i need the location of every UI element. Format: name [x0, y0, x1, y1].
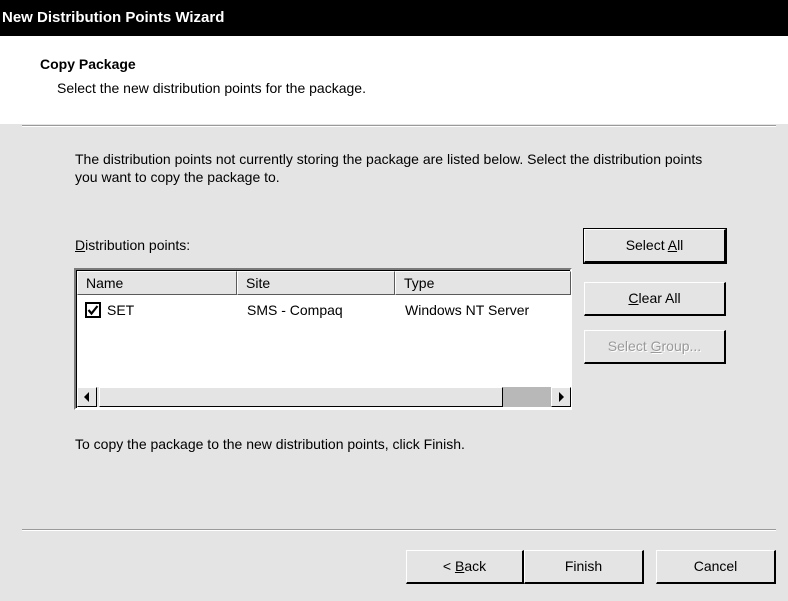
column-header-type[interactable]: Type — [395, 271, 571, 295]
clear-all-label-after: lear All — [638, 290, 681, 306]
cell-site: SMS - Compaq — [247, 302, 343, 318]
select-group-label-accel: G — [650, 338, 662, 354]
cell-type: Windows NT Server — [405, 302, 530, 318]
footer-divider — [22, 529, 776, 531]
select-all-label-before: Select — [625, 237, 668, 253]
scroll-track[interactable] — [503, 387, 551, 407]
intro-text: The distribution points not currently st… — [75, 151, 703, 185]
back-button[interactable]: < Back — [406, 550, 524, 584]
window-title: New Distribution Points Wizard — [2, 9, 225, 26]
scroll-right-button[interactable] — [551, 387, 571, 407]
select-all-label-accel: A — [667, 237, 678, 253]
scroll-thumb[interactable] — [99, 387, 503, 407]
clear-all-button[interactable]: Clear All — [584, 282, 726, 316]
list-item[interactable]: SET SMS - Compaq Windows NT Server — [77, 300, 571, 322]
arrow-left-icon — [84, 392, 89, 402]
wizard-header: Copy Package Select the new distribution… — [0, 36, 788, 124]
distribution-points-list[interactable]: Name Site Type SET SMS - Compaq Windows … — [74, 268, 572, 410]
list-header: Name Site Type — [77, 271, 571, 295]
window-title-bar: New Distribution Points Wizard — [0, 0, 788, 36]
clear-all-label-accel: C — [628, 290, 639, 306]
checkbox-checked-icon[interactable] — [85, 302, 101, 318]
back-label-before: < — [442, 558, 455, 574]
horizontal-scrollbar[interactable] — [77, 387, 571, 407]
distribution-points-label: Distribution points: — [75, 236, 190, 254]
page-title: Copy Package — [40, 56, 136, 72]
select-all-button[interactable]: Select All — [583, 228, 727, 264]
select-group-label-before: Select — [607, 338, 651, 354]
select-all-label-after: ll — [677, 237, 684, 253]
column-header-name[interactable]: Name — [77, 271, 237, 295]
distribution-points-label-rest: istribution points: — [85, 237, 191, 253]
select-group-button[interactable]: Select Group... — [584, 330, 726, 364]
select-group-label-after: roup... — [661, 338, 702, 354]
scroll-left-button[interactable] — [77, 387, 97, 407]
arrow-right-icon — [559, 392, 564, 402]
back-label-after: ack — [464, 558, 487, 574]
column-header-site[interactable]: Site — [237, 271, 395, 295]
distribution-points-label-accel: D — [75, 237, 86, 253]
page-subtitle: Select the new distribution points for t… — [57, 80, 366, 96]
wizard-window: New Distribution Points Wizard Copy Pack… — [0, 0, 788, 601]
cell-name: SET — [107, 302, 135, 318]
finish-button[interactable]: Finish — [524, 550, 644, 584]
cancel-button[interactable]: Cancel — [656, 550, 776, 584]
header-divider — [22, 125, 776, 127]
back-label-accel: B — [454, 558, 465, 574]
finish-hint-text: To copy the package to the new distribut… — [75, 436, 465, 452]
